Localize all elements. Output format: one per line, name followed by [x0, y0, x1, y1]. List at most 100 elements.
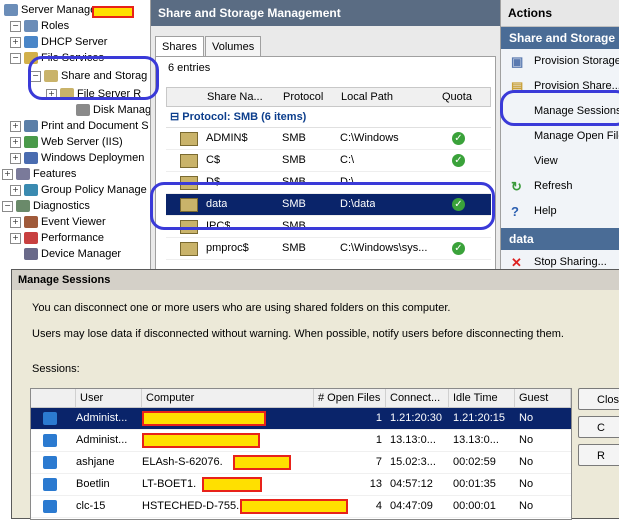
col-open-files[interactable]: # Open Files [314, 389, 386, 407]
session-idle-time: 1.21:20:15 [453, 412, 505, 424]
action-item[interactable]: ▣ Provision Storage [501, 49, 619, 74]
user-session-icon [43, 412, 57, 425]
collapse-icon[interactable]: − [10, 52, 21, 64]
manage-sessions-dialog: Manage Sessions You can disconnect one o… [11, 269, 619, 520]
user-session-icon [43, 456, 57, 469]
session-user: clc-15 [76, 500, 106, 512]
quota-check-icon: ✓ [452, 154, 465, 167]
actions-pane: Actions Share and Storage ▣ Provision Sto… [501, 0, 619, 270]
col-protocol[interactable]: Protocol [283, 88, 323, 106]
dialog-button-3[interactable]: R [578, 444, 619, 466]
session-open-files: 1 [375, 434, 382, 446]
tree-item[interactable]: Disk Manager [62, 102, 151, 118]
help-icon: ? [511, 204, 519, 219]
tree-item-label: DHCP Server [41, 36, 108, 48]
session-connect-time: 04:47:09 [390, 500, 433, 512]
annotation-circle-data-row [150, 182, 495, 230]
action-item[interactable]: ↻ Refresh [501, 174, 619, 199]
col-user[interactable]: User [76, 389, 142, 407]
tree-item-label: Device Manager [41, 248, 122, 260]
actions-title: Actions [501, 0, 619, 27]
tree-item[interactable]: + Performance [10, 230, 104, 246]
share-row[interactable]: C$ SMB C:\ ✓ [166, 150, 491, 172]
collapse-icon[interactable]: − [2, 200, 13, 212]
dialog-title: Manage Sessions [12, 270, 619, 290]
session-idle-time: 13.13:0... [453, 434, 499, 446]
session-idle-time: 00:00:01 [453, 500, 496, 512]
tree-item[interactable]: + Print and Document S [10, 118, 149, 134]
session-open-files: 7 [375, 456, 382, 468]
col-guest[interactable]: Guest [515, 389, 571, 407]
session-guest: No [519, 456, 534, 468]
col-icon [31, 389, 76, 407]
tree-item[interactable]: + Windows Deploymen [10, 150, 144, 166]
tree-item[interactable]: + Web Server (IIS) [10, 134, 123, 150]
actions-section-data[interactable]: data [501, 228, 619, 250]
tree-item[interactable]: − Roles [10, 18, 69, 34]
expand-icon[interactable]: + [10, 136, 21, 148]
share-row[interactable]: ADMIN$ SMB C:\Windows ✓ [166, 128, 491, 150]
session-row[interactable]: ashjane ELAsh-S-62076. 7 15.02:3... 00:02:59… [31, 452, 571, 474]
col-connect[interactable]: Connect... [386, 389, 449, 407]
share-path: C:\Windows [340, 132, 399, 144]
action-label: Refresh [534, 180, 573, 192]
expand-icon[interactable]: + [10, 216, 21, 228]
expand-icon[interactable]: + [10, 120, 21, 132]
sessions-label: Sessions: [32, 363, 80, 375]
session-computer: ELAsh-S-62076. [142, 456, 223, 468]
tree-item-label: Group Policy Manage [41, 184, 147, 196]
tree-root[interactable]: Server Manager [4, 2, 100, 18]
col-share-name[interactable]: Share Na... [207, 88, 263, 106]
tree-item[interactable]: + DHCP Server [10, 34, 107, 50]
expand-icon[interactable]: + [10, 232, 21, 244]
sessions-scrollbar[interactable]: ▲ [571, 389, 572, 519]
expand-icon[interactable]: + [2, 168, 13, 180]
session-open-files: 1 [375, 412, 382, 424]
action-item[interactable]: ? Help [501, 199, 619, 224]
tree-item-label: Disk Manager [93, 104, 151, 116]
share-folder-icon [180, 132, 198, 146]
node-icon [24, 216, 38, 229]
action-item[interactable]: View [501, 149, 619, 174]
expand-icon[interactable]: + [10, 184, 21, 196]
tree-item[interactable]: + Event Viewer [10, 214, 106, 230]
tree-item[interactable]: + Group Policy Manage [10, 182, 147, 198]
stop-icon: ✕ [511, 255, 522, 270]
session-row[interactable]: Administ... 1 13.13:0... 13.13:0... No [31, 430, 571, 452]
session-connect-time: 04:57:12 [390, 478, 433, 490]
entry-count: 6 entries [168, 62, 211, 74]
tree-item[interactable]: Device Manager [10, 246, 121, 262]
col-quota[interactable]: Quota [442, 88, 472, 106]
session-open-files: 4 [375, 500, 382, 512]
share-protocol: SMB [282, 154, 306, 166]
col-local-path[interactable]: Local Path [341, 88, 393, 106]
session-row[interactable]: clc-15 HSTECHED-D-755. 4 04:47:09 00:00:01 No [31, 496, 571, 518]
share-name: pmproc$ [206, 242, 249, 254]
col-idle-time[interactable]: Idle Time [449, 389, 515, 407]
share-row[interactable]: pmproc$ SMB C:\Windows\sys... ✓ [166, 238, 491, 260]
col-computer[interactable]: Computer [142, 389, 314, 407]
expand-icon[interactable]: + [10, 152, 21, 164]
actions-section-share-storage[interactable]: Share and Storage [501, 27, 619, 49]
quota-check-icon: ✓ [452, 242, 465, 255]
tree-item-label: Print and Document S [41, 120, 149, 132]
tree-item[interactable]: + Features [2, 166, 76, 182]
close-button[interactable]: Close [578, 388, 619, 410]
node-icon [24, 248, 38, 261]
share-name: C$ [206, 154, 221, 166]
session-row[interactable]: Boetlin LT-BOET1. 13 04:57:12 00:01:35 No [31, 474, 571, 496]
expand-icon[interactable]: + [10, 36, 21, 48]
action-label: Provision Storage [534, 55, 619, 67]
collapse-icon[interactable]: − [10, 20, 21, 32]
tree-item[interactable]: − Diagnostics [2, 198, 90, 214]
session-open-files: 13 [369, 478, 382, 490]
group-label: Protocol: SMB (6 items) [182, 111, 307, 123]
sessions-list[interactable]: User Computer # Open Files Connect... Id… [30, 388, 572, 520]
node-icon [24, 184, 38, 197]
action-item[interactable]: Manage Open Files [501, 124, 619, 149]
session-row[interactable]: Administ... 1 1.21:20:30 1.21:20:15 No [31, 408, 571, 430]
dialog-button-2[interactable]: C [578, 416, 619, 438]
group-header[interactable]: ⊟ Protocol: SMB (6 items) [166, 107, 491, 128]
action-label: Manage Open Files [534, 130, 619, 142]
tab-volumes[interactable]: Volumes [205, 36, 262, 58]
